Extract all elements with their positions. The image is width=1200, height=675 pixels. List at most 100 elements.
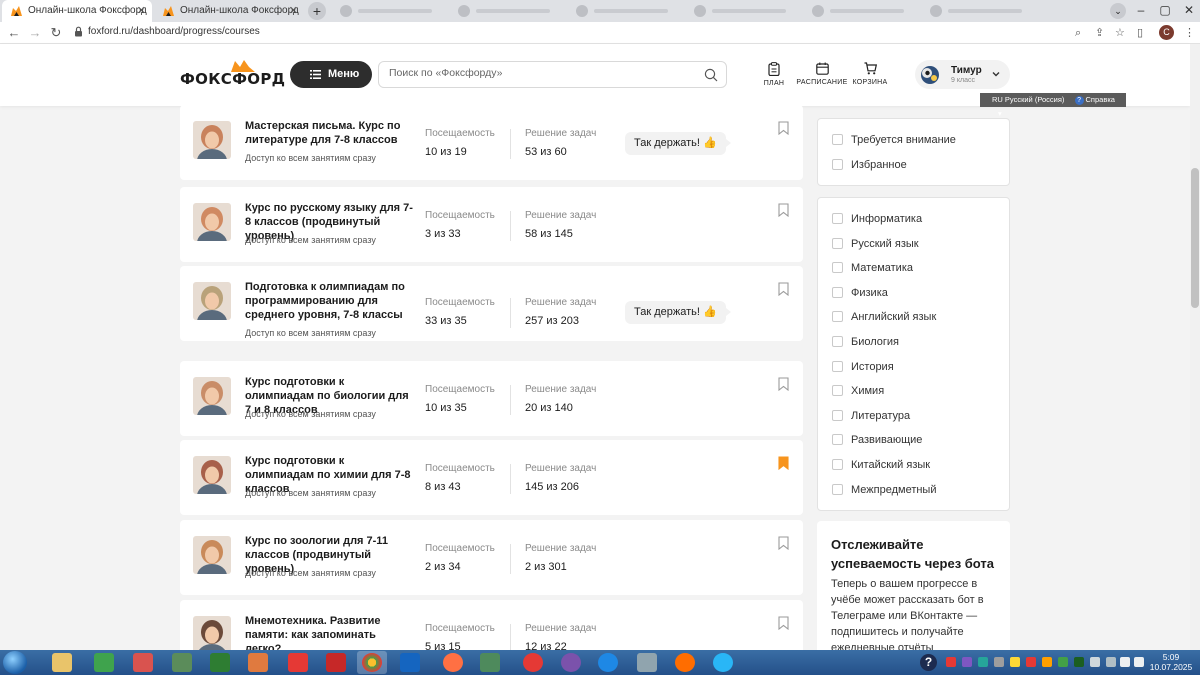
forward-arrow-icon[interactable]: → [27, 24, 43, 42]
maximize-icon[interactable]: ▢ [1154, 0, 1176, 20]
profile-avatar[interactable]: C [1159, 25, 1174, 40]
checkbox[interactable] [832, 434, 843, 446]
bookmark-icon[interactable] [778, 377, 789, 391]
checkbox[interactable] [832, 159, 843, 170]
checkbox[interactable] [832, 336, 843, 347]
language-bar[interactable]: RU Русский (Россия) ? Справка ▾ [980, 93, 1126, 118]
bookmark-filled-icon[interactable] [778, 456, 789, 470]
close-tab-icon[interactable]: ✕ [137, 0, 146, 22]
zoom-icon[interactable]: ⌕ [1075, 25, 1081, 41]
close-tab-icon[interactable]: ✕ [289, 0, 298, 22]
taskbar-app-icon[interactable] [210, 653, 230, 672]
tray-icon[interactable] [1058, 657, 1068, 667]
browser-tab-active[interactable]: Онлайн-школа Фоксфорд ✕ [2, 0, 152, 22]
minimize-icon[interactable]: – [1130, 0, 1152, 20]
url-field[interactable]: foxford.ru/dashboard/progress/courses [88, 26, 260, 37]
course-card[interactable]: Курс подготовки к олимпиадам по химии дл… [180, 440, 803, 515]
menu-button[interactable]: Меню [290, 61, 372, 88]
scrollbar-thumb[interactable] [1191, 168, 1199, 308]
user-menu[interactable]: Тимур 9 класс [915, 60, 1010, 89]
bookmark-icon[interactable] [778, 616, 789, 630]
bookmark-icon[interactable] [778, 121, 789, 135]
course-card[interactable]: Подготовка к олимпиадам по программирова… [180, 266, 803, 341]
filter-favorites[interactable]: Избранное [832, 157, 907, 173]
filter-subject[interactable]: Математика [832, 260, 913, 276]
filter-subject[interactable]: Развивающие [832, 432, 922, 448]
checkbox[interactable] [832, 409, 843, 421]
filter-subject[interactable]: Литература [832, 408, 910, 424]
bookmark-icon[interactable] [778, 536, 789, 550]
checkbox[interactable] [832, 385, 843, 397]
checkbox[interactable] [832, 262, 843, 274]
tray-icon[interactable] [962, 657, 972, 667]
checkbox[interactable] [832, 286, 843, 298]
background-tab[interactable] [694, 4, 794, 18]
filter-needs-attention[interactable]: Требуется внимание [832, 132, 956, 148]
checkbox[interactable] [832, 459, 843, 470]
course-title[interactable]: Подготовка к олимпиадам по программирова… [245, 280, 415, 322]
course-card[interactable]: Мастерская письма. Курс по литературе дл… [180, 105, 803, 180]
tray-icon[interactable] [1042, 657, 1052, 667]
tray-icon[interactable] [946, 657, 956, 667]
background-tab[interactable] [340, 4, 440, 18]
search-input[interactable] [389, 67, 689, 79]
taskbar-chrome-icon[interactable] [362, 653, 382, 672]
checkbox[interactable] [832, 360, 843, 372]
taskbar-firefox-icon[interactable] [675, 653, 695, 672]
browser-tab[interactable]: Онлайн-школа Фоксфорд ✕ [154, 0, 304, 22]
checkbox[interactable] [832, 134, 843, 145]
bookmark-icon[interactable] [778, 203, 789, 217]
tray-icon[interactable] [1010, 657, 1020, 667]
search-icon[interactable] [704, 68, 718, 82]
filter-subject[interactable]: Информатика [832, 211, 922, 227]
window-close-icon[interactable]: ✕ [1178, 0, 1200, 20]
checkbox[interactable] [832, 213, 843, 224]
tray-icon[interactable] [978, 657, 988, 667]
star-bookmark-icon[interactable]: ☆ [1115, 25, 1125, 41]
scrollbar-track[interactable] [1190, 44, 1200, 650]
filter-subject[interactable]: Межпредметный [832, 482, 937, 498]
taskbar-powerpoint-icon[interactable] [133, 653, 153, 672]
tray-icon[interactable] [1090, 657, 1100, 667]
tray-icon[interactable] [1026, 657, 1036, 667]
tray-icon[interactable] [1106, 657, 1116, 667]
course-card[interactable]: Курс по зоологии для 7-11 классов (продв… [180, 520, 803, 595]
sidebar-panel-icon[interactable]: ▯ [1137, 25, 1143, 41]
course-card[interactable]: Курс по русскому языку для 7-8 классов (… [180, 187, 803, 262]
tray-icon[interactable] [1074, 657, 1084, 667]
background-tab[interactable] [930, 4, 1030, 18]
lock-icon[interactable] [74, 26, 83, 37]
filter-subject[interactable]: История [832, 359, 894, 375]
browser-menu-icon[interactable]: ⋮ [1184, 25, 1195, 41]
taskbar-app-icon[interactable] [172, 653, 192, 672]
background-tab[interactable] [812, 4, 912, 18]
filter-subject[interactable]: Английский язык [832, 309, 936, 325]
tab-search-chevron-icon[interactable]: ⌄ [1110, 3, 1126, 19]
course-card[interactable]: Курс подготовки к олимпиадам по биологии… [180, 361, 803, 436]
checkbox[interactable] [832, 311, 843, 323]
share-icon[interactable]: ⇪ [1095, 25, 1104, 41]
header-link-cart[interactable]: КОРЗИНА [840, 62, 900, 86]
taskbar-word-icon[interactable] [400, 653, 420, 672]
bluetooth-icon[interactable] [1120, 657, 1130, 667]
background-tab[interactable] [576, 4, 676, 18]
filter-subject[interactable]: Русский язык [832, 236, 919, 252]
filter-subject[interactable]: Физика [832, 285, 888, 301]
taskbar-app-icon[interactable] [637, 653, 657, 672]
tray-icon[interactable] [994, 657, 1004, 667]
taskbar-viber-icon[interactable] [561, 653, 581, 672]
back-arrow-icon[interactable]: ← [6, 24, 22, 42]
reload-icon[interactable]: ↻ [48, 24, 64, 42]
background-tab[interactable] [458, 4, 558, 18]
filter-subject[interactable]: Биология [832, 334, 899, 350]
taskbar-clock[interactable]: 5:09 10.07.2025 [1146, 652, 1196, 672]
taskbar-yandex-icon[interactable] [288, 653, 308, 672]
checkbox[interactable] [832, 483, 843, 495]
foxford-logo[interactable]: ФОКСФОРД [180, 60, 285, 88]
taskbar-yandex-browser-icon[interactable] [523, 653, 543, 672]
start-button[interactable] [3, 651, 27, 674]
taskbar-telegram-icon[interactable] [713, 653, 733, 672]
filter-subject[interactable]: Химия [832, 383, 884, 399]
bookmark-icon[interactable] [778, 282, 789, 296]
taskbar-help-icon[interactable]: ? [920, 654, 937, 671]
